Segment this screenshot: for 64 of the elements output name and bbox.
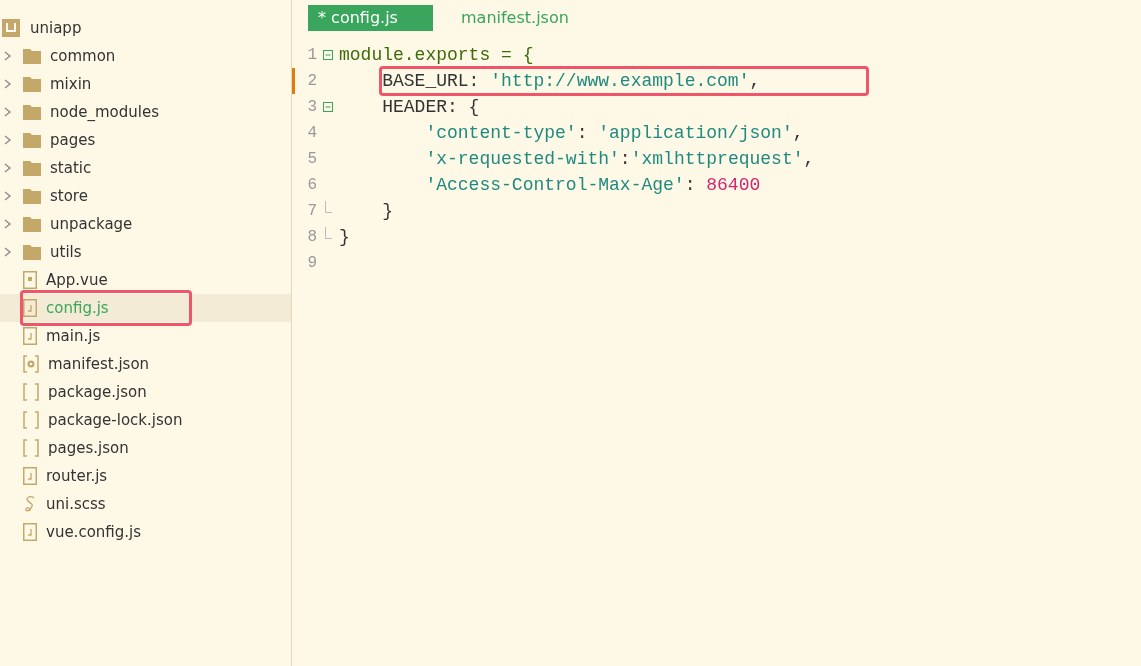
folder-icon [23, 188, 41, 204]
swirl-icon [23, 495, 37, 513]
code-line: } [381, 200, 393, 223]
line-number: 3 [306, 98, 317, 116]
folder-icon [23, 160, 41, 176]
file-icon [23, 327, 37, 345]
chevron-right-icon [4, 51, 12, 61]
line-number: 4 [306, 124, 317, 142]
folder-icon [23, 132, 41, 148]
line-number: 8 [306, 228, 317, 246]
fold-toggle-icon[interactable] [323, 102, 333, 112]
gear-file-icon [23, 355, 39, 373]
file-tree-item[interactable]: common [0, 42, 291, 70]
file-tree-item[interactable]: pages [0, 126, 291, 154]
line-number: 7 [306, 202, 317, 220]
file-tree-item[interactable]: unpackage [0, 210, 291, 238]
chevron-right-icon [4, 191, 12, 201]
file-tree-item[interactable]: store [0, 182, 291, 210]
project-icon [2, 19, 20, 37]
file-icon [23, 271, 37, 289]
line-number: 6 [306, 176, 317, 194]
file-tree-item[interactable]: vue.config.js [0, 518, 291, 546]
code-line: 'Access-Control-Max-Age': 86400 [424, 174, 761, 197]
code-line: BASE_URL: 'http://www.example.com', [381, 70, 761, 93]
file-tree-item[interactable]: uni.scss [0, 490, 291, 518]
file-icon [23, 523, 37, 541]
chevron-right-icon [4, 219, 12, 229]
folder-icon [23, 216, 41, 232]
folder-icon [23, 104, 41, 120]
file-tree-item[interactable]: node_modules [0, 98, 291, 126]
code-line: module.exports = { [339, 44, 534, 67]
chevron-right-icon [4, 163, 12, 173]
project-name[interactable]: uniapp [30, 19, 82, 37]
folder-icon [23, 76, 41, 92]
line-number: 2 [306, 72, 317, 90]
folder-icon [23, 48, 41, 64]
chevron-right-icon [4, 247, 12, 257]
chevron-right-icon [4, 79, 12, 89]
brackets-icon [23, 439, 39, 457]
line-number: 5 [306, 150, 317, 168]
file-tree-item[interactable]: manifest.json [0, 350, 291, 378]
file-tree-item[interactable]: package-lock.json [0, 406, 291, 434]
fold-toggle-icon[interactable] [323, 50, 333, 60]
file-icon [23, 467, 37, 485]
line-number: 1 [306, 46, 317, 64]
line-number: 9 [306, 254, 317, 272]
file-tree-item[interactable]: utils [0, 238, 291, 266]
file-tree-item[interactable]: App.vue [0, 266, 291, 294]
file-tree-item[interactable]: main.js [0, 322, 291, 350]
file-tree-item[interactable]: static [0, 154, 291, 182]
chevron-right-icon [4, 107, 12, 117]
file-tree-item[interactable]: router.js [0, 462, 291, 490]
code-line: 'content-type': 'application/json', [424, 122, 804, 145]
brackets-icon [23, 383, 39, 401]
chevron-right-icon [4, 135, 12, 145]
file-icon [23, 299, 37, 317]
code-line: 'x-requested-with':'xmlhttprequest', [424, 148, 815, 171]
folder-icon [23, 244, 41, 260]
code-line: HEADER: { [381, 96, 480, 119]
file-tree-item[interactable]: package.json [0, 378, 291, 406]
file-tree-item[interactable]: mixin [0, 70, 291, 98]
brackets-icon [23, 411, 39, 429]
file-tree-item[interactable]: pages.json [0, 434, 291, 462]
code-line: } [339, 226, 350, 249]
